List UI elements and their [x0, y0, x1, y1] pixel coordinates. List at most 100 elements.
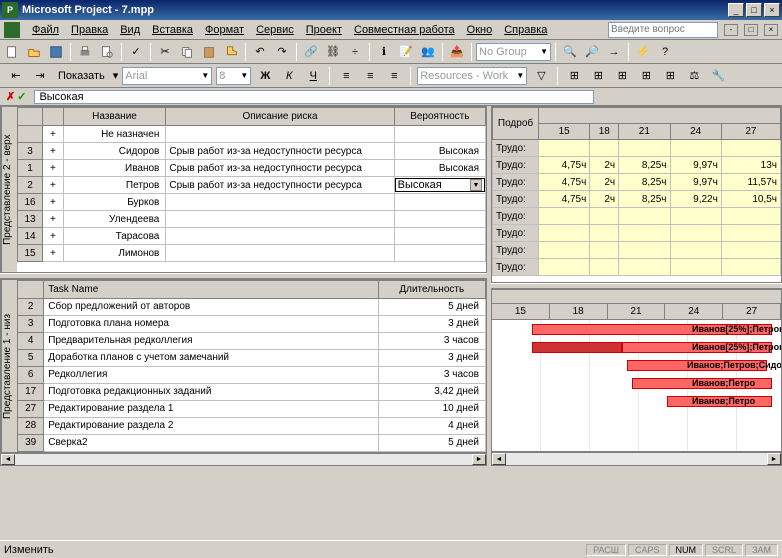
cell-prob[interactable]: Высокая	[394, 143, 485, 160]
cell-taskname[interactable]: Редактирование раздела 2	[44, 417, 378, 434]
row-header[interactable]: 14	[18, 228, 43, 245]
col-prob[interactable]: Вероятность	[394, 108, 485, 126]
cell-taskname[interactable]: Подготовка плана номера	[44, 315, 378, 332]
cell-duration[interactable]: 5 дней	[378, 298, 485, 315]
time-cell[interactable]	[539, 225, 590, 242]
cell-prob[interactable]: Высокая	[394, 160, 485, 177]
time-cell[interactable]	[590, 259, 619, 276]
time-cell[interactable]	[670, 208, 721, 225]
cell-name[interactable]: Не назначен	[63, 126, 166, 143]
row-header[interactable]	[18, 126, 43, 143]
cell-desc[interactable]	[166, 126, 394, 143]
time-row-label[interactable]: Трудо:	[493, 191, 539, 208]
cell-name[interactable]: Сидоров	[63, 143, 166, 160]
cell-name[interactable]: Иванов	[63, 160, 166, 177]
formula-input[interactable]: Высокая	[34, 90, 594, 104]
assign-icon[interactable]: 👥	[418, 42, 438, 62]
time-cell[interactable]	[619, 242, 670, 259]
time-cell[interactable]	[670, 140, 721, 157]
cell-taskname[interactable]: Предварительная редколлегия	[44, 332, 378, 349]
time-cell[interactable]: 2ч	[590, 191, 619, 208]
print-icon[interactable]	[75, 42, 95, 62]
cell-duration[interactable]: 3,42 дней	[378, 383, 485, 400]
cell-prob[interactable]	[394, 245, 485, 262]
row-header[interactable]: 2	[18, 177, 43, 194]
align-right-icon[interactable]: ≡	[384, 66, 404, 86]
row-header[interactable]: 17	[18, 383, 44, 400]
expand-toggle[interactable]: +	[43, 211, 64, 228]
maximize-button[interactable]: □	[746, 3, 762, 17]
time-cell[interactable]: 8,25ч	[619, 157, 670, 174]
time-row-label[interactable]: Трудо:	[493, 140, 539, 157]
row-header[interactable]: 28	[18, 417, 44, 434]
cell-desc[interactable]: Срыв работ из-за недоступности ресурса	[166, 143, 394, 160]
cell-desc[interactable]	[166, 211, 394, 228]
t2-icon[interactable]: ⊞	[588, 66, 608, 86]
time-cell[interactable]: 8,25ч	[619, 174, 670, 191]
t4-icon[interactable]: ⊞	[636, 66, 656, 86]
publish-icon[interactable]: 📤	[447, 42, 467, 62]
cell-duration[interactable]: 10 дней	[378, 400, 485, 417]
fontsize-select[interactable]: 8▼	[216, 67, 251, 85]
menu-view[interactable]: Вид	[114, 22, 146, 38]
time-col-header[interactable]: 18	[590, 124, 619, 140]
paste-icon[interactable]	[199, 42, 219, 62]
font-select[interactable]: Arial▼	[122, 67, 212, 85]
cell-desc[interactable]	[166, 245, 394, 262]
time-row-label[interactable]: Трудо:	[493, 225, 539, 242]
col-taskname[interactable]: Task Name	[44, 280, 378, 298]
link-icon[interactable]: 🔗	[301, 42, 321, 62]
align-center-icon[interactable]: ≡	[360, 66, 380, 86]
row-header[interactable]: 3	[18, 315, 44, 332]
time-cell[interactable]: 4,75ч	[539, 174, 590, 191]
time-cell[interactable]	[670, 242, 721, 259]
wizard-icon[interactable]: ⚡	[633, 42, 653, 62]
time-cell[interactable]	[721, 242, 780, 259]
time-cell[interactable]	[619, 140, 670, 157]
row-header[interactable]: 3	[18, 143, 43, 160]
cut-icon[interactable]: ✂	[155, 42, 175, 62]
col-name[interactable]: Название	[63, 108, 166, 126]
h-scrollbar-right[interactable]: ◄►	[491, 452, 782, 466]
corner-header[interactable]	[18, 108, 43, 126]
new-icon[interactable]	[2, 42, 22, 62]
prob-dropdown[interactable]: Высокая▼	[395, 178, 485, 192]
time-cell[interactable]	[670, 259, 721, 276]
autofilter-icon[interactable]: ▽	[531, 66, 551, 86]
info-icon[interactable]: ℹ	[374, 42, 394, 62]
t1-icon[interactable]: ⊞	[564, 66, 584, 86]
accept-icon[interactable]: ✓	[17, 90, 26, 103]
risk-grid[interactable]: Название Описание риска Вероятность + Не…	[17, 107, 486, 272]
doc-close-button[interactable]: ×	[764, 24, 778, 36]
doc-minimize-button[interactable]: -	[724, 24, 738, 36]
cell-duration[interactable]: 4 дней	[378, 417, 485, 434]
row-header[interactable]: 6	[18, 366, 44, 383]
row-header[interactable]: 1	[18, 160, 43, 177]
goto-icon[interactable]: →	[604, 42, 624, 62]
time-row-label[interactable]: Трудо:	[493, 259, 539, 276]
time-cell[interactable]: 4,75ч	[539, 191, 590, 208]
t3-icon[interactable]: ⊞	[612, 66, 632, 86]
filter-select[interactable]: Resources - Work▼	[417, 67, 527, 85]
row-header[interactable]: 13	[18, 211, 43, 228]
cell-prob[interactable]	[394, 126, 485, 143]
row-header[interactable]: 15	[18, 245, 43, 262]
copy-icon[interactable]	[177, 42, 197, 62]
save-icon[interactable]	[46, 42, 66, 62]
time-cell[interactable]	[590, 208, 619, 225]
time-cell[interactable]	[721, 140, 780, 157]
time-cell[interactable]: 10,5ч	[721, 191, 780, 208]
time-col-header[interactable]: 21	[619, 124, 670, 140]
row-header[interactable]: 16	[18, 194, 43, 211]
cell-name[interactable]: Бурков	[63, 194, 166, 211]
cell-taskname[interactable]: Сбор предложений от авторов	[44, 298, 378, 315]
open-icon[interactable]	[24, 42, 44, 62]
indent-icon[interactable]: ⇥	[30, 66, 50, 86]
cell-desc[interactable]: Срыв работ из-за недоступности ресурса	[166, 160, 394, 177]
time-cell[interactable]	[590, 242, 619, 259]
align-left-icon[interactable]: ≡	[336, 66, 356, 86]
time-cell[interactable]: 9,22ч	[670, 191, 721, 208]
time-row-label[interactable]: Трудо:	[493, 174, 539, 191]
expand-toggle[interactable]: +	[43, 177, 64, 194]
time-cell[interactable]: 11,57ч	[721, 174, 780, 191]
